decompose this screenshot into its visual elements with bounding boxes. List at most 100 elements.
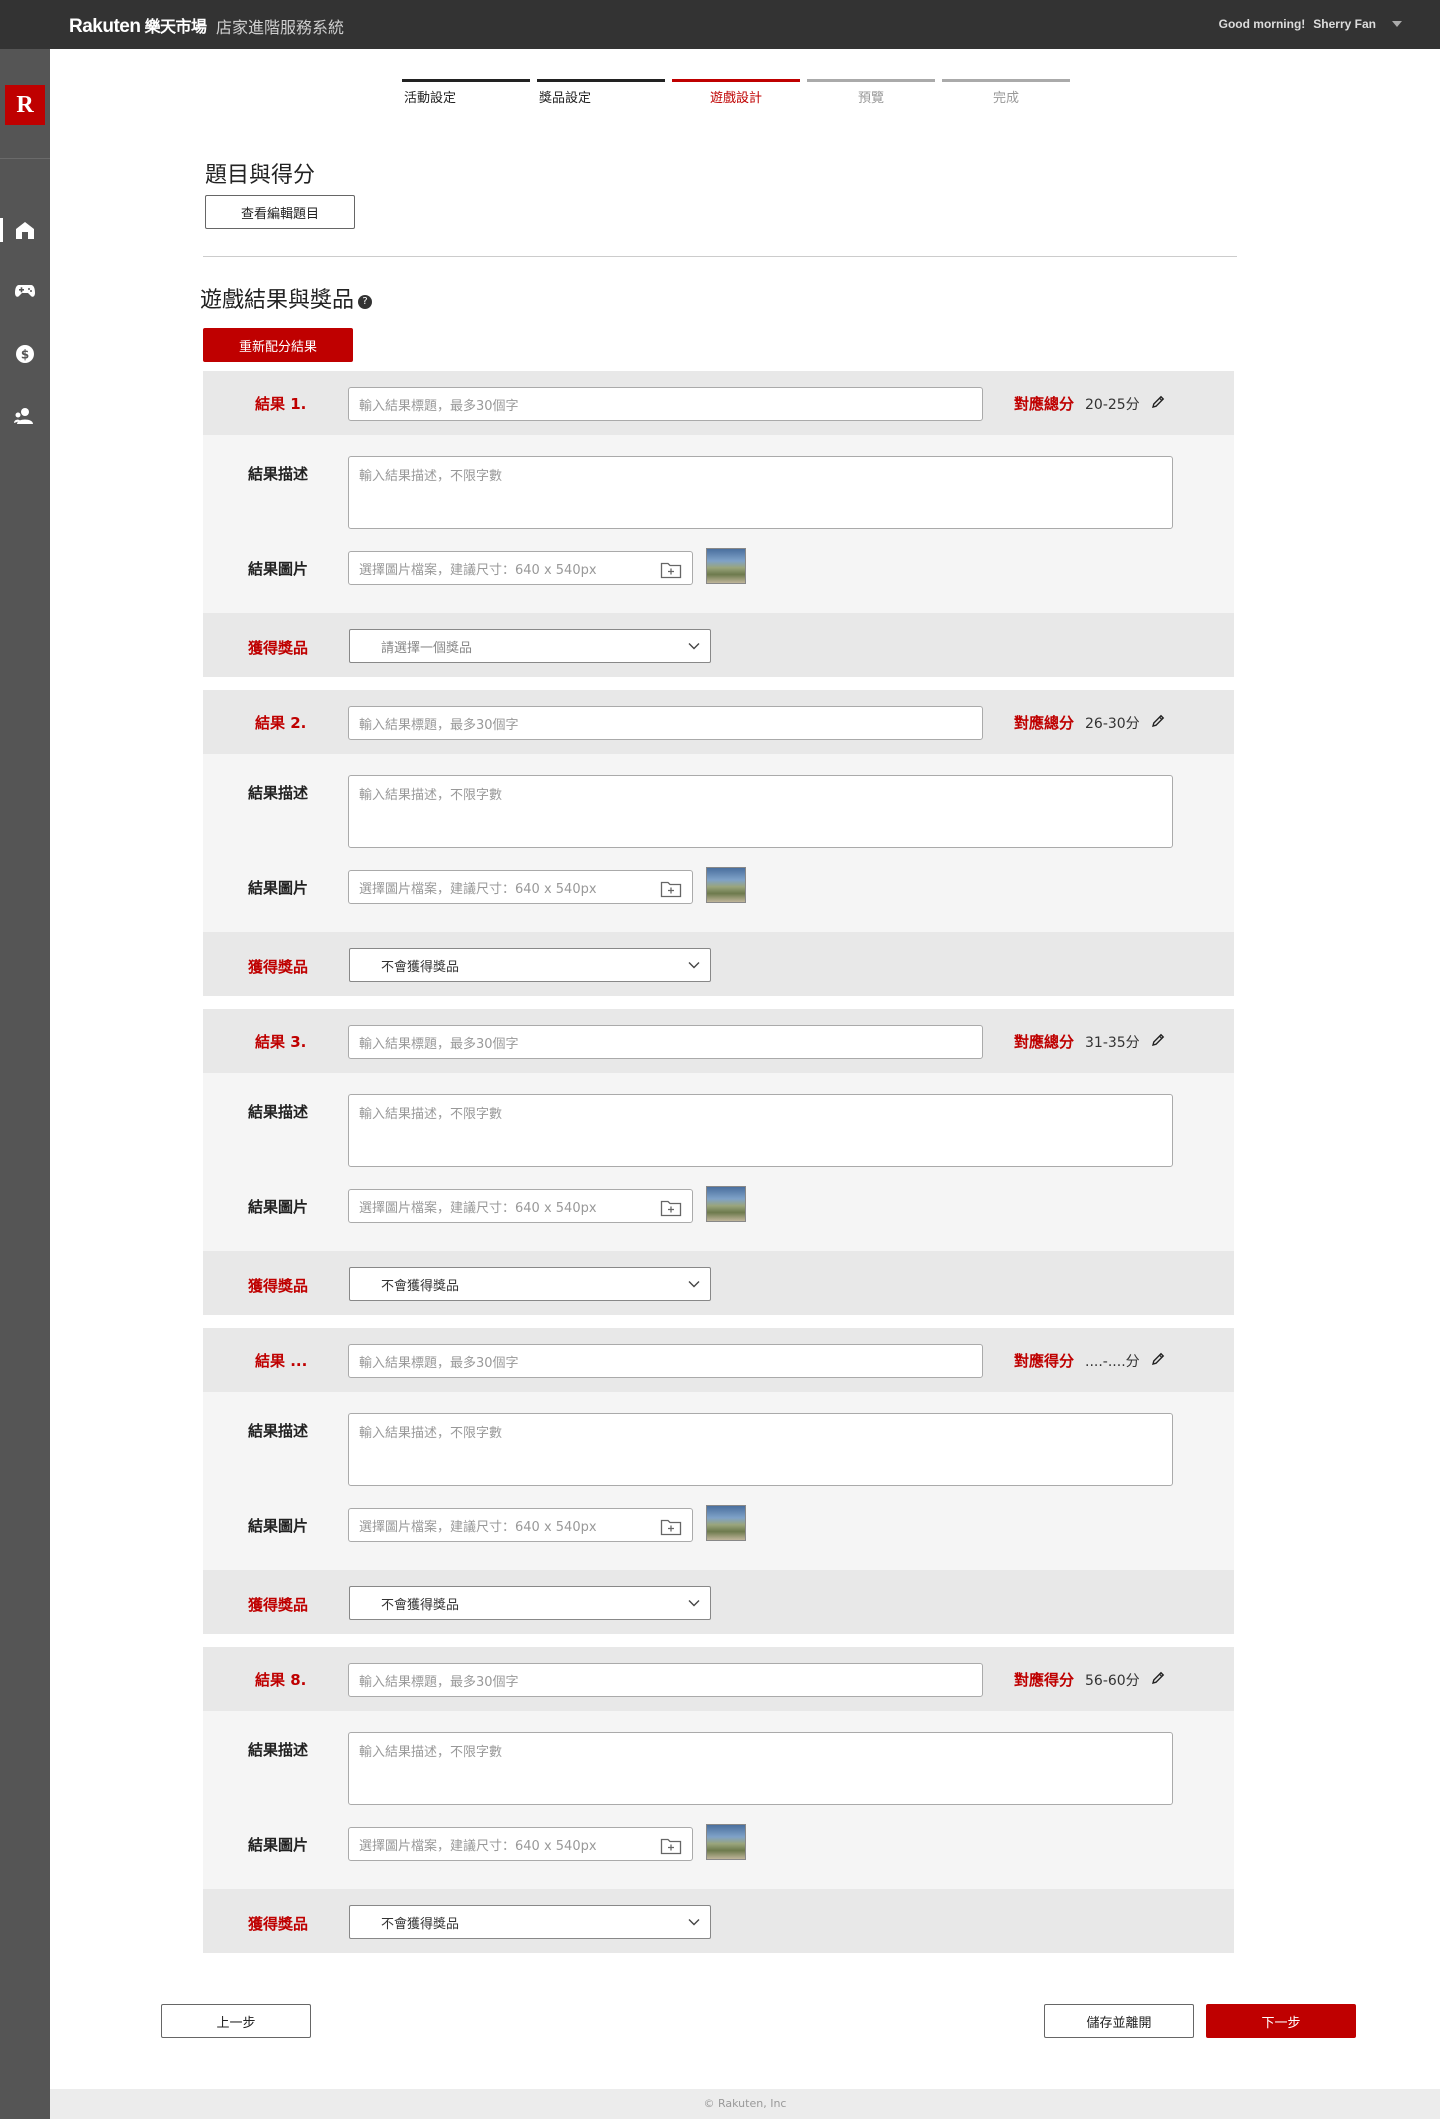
sidebar-item-games[interactable] bbox=[0, 271, 50, 311]
score-range: ....-....分 bbox=[1085, 1354, 1140, 1370]
result-image-thumbnail[interactable] bbox=[706, 867, 746, 903]
chevron-down-icon bbox=[688, 643, 700, 650]
folder-add-icon[interactable] bbox=[660, 880, 682, 898]
prize-select[interactable]: 不會獲得獎品 bbox=[349, 948, 711, 982]
next-step-button[interactable]: 下一步 bbox=[1206, 2004, 1356, 2038]
sidebar-item-finance[interactable]: $ bbox=[0, 334, 50, 374]
view-questions-button[interactable]: 查看編輯題目 bbox=[205, 195, 355, 229]
result-image-label: 結果圖片 bbox=[248, 879, 309, 897]
result-desc-textarea[interactable]: 輸入結果描述，不限字數 bbox=[348, 456, 1173, 529]
prize-label: 獲得獎品 bbox=[248, 639, 309, 657]
sidebar: R $ bbox=[0, 49, 50, 2119]
sidebar-item-home[interactable] bbox=[0, 210, 50, 250]
result-desc-textarea[interactable]: 輸入結果描述，不限字數 bbox=[348, 775, 1173, 848]
edit-score-button[interactable] bbox=[1150, 1670, 1166, 1690]
questions-title: 題目與得分 bbox=[205, 163, 316, 188]
result-card: 結果 1. 輸入結果標題，最多30個字 對應總分 20-25分 結果描述 輸入結… bbox=[203, 371, 1234, 677]
chevron-down-icon bbox=[688, 1600, 700, 1607]
prize-select-value: 請選擇一個獎品 bbox=[381, 640, 473, 656]
result-title-input[interactable]: 輸入結果標題，最多30個字 bbox=[348, 387, 983, 421]
rakuten-r-logo[interactable]: R bbox=[5, 85, 45, 125]
svg-text:$: $ bbox=[21, 348, 29, 362]
result-image-thumbnail[interactable] bbox=[706, 548, 746, 584]
pencil-icon bbox=[1152, 1033, 1165, 1046]
user-menu[interactable]: Good morning! Sherry Fan bbox=[1219, 17, 1402, 31]
save-and-exit-button[interactable]: 儲存並離開 bbox=[1044, 2004, 1194, 2038]
chevron-down-icon bbox=[688, 962, 700, 969]
help-icon[interactable]: ? bbox=[358, 295, 373, 309]
prize-select-value: 不會獲得獎品 bbox=[381, 1916, 460, 1932]
edit-score-button[interactable] bbox=[1150, 1351, 1166, 1371]
chevron-down-icon bbox=[688, 1281, 700, 1288]
image-input-placeholder: 選擇圖片檔案，建議尺寸：640 x 540px bbox=[359, 881, 597, 897]
result-title-input[interactable]: 輸入結果標題，最多30個字 bbox=[348, 1663, 983, 1697]
prize-select-value: 不會獲得獎品 bbox=[381, 959, 460, 975]
prize-select[interactable]: 不會獲得獎品 bbox=[349, 1586, 711, 1620]
chevron-down-icon bbox=[1392, 21, 1402, 27]
result-image-thumbnail[interactable] bbox=[706, 1824, 746, 1860]
prize-label: 獲得獎品 bbox=[248, 1277, 309, 1295]
image-input-placeholder: 選擇圖片檔案，建議尺寸：640 x 540px bbox=[359, 1838, 597, 1854]
chevron-down-icon bbox=[688, 1919, 700, 1926]
sidebar-item-members[interactable] bbox=[0, 396, 50, 436]
result-title-input[interactable]: 輸入結果標題，最多30個字 bbox=[348, 1025, 983, 1059]
pencil-icon bbox=[1152, 714, 1165, 727]
result-image-input[interactable]: 選擇圖片檔案，建議尺寸：640 x 540px bbox=[348, 1827, 693, 1861]
result-image-input[interactable]: 選擇圖片檔案，建議尺寸：640 x 540px bbox=[348, 870, 693, 904]
result-image-thumbnail[interactable] bbox=[706, 1186, 746, 1222]
result-title-input[interactable]: 輸入結果標題，最多30個字 bbox=[348, 1344, 983, 1378]
result-image-label: 結果圖片 bbox=[248, 1198, 309, 1216]
sidebar-divider bbox=[0, 158, 50, 159]
result-label: 結果 1. bbox=[255, 395, 307, 413]
result-image-label: 結果圖片 bbox=[248, 1836, 309, 1854]
prize-label: 獲得獎品 bbox=[248, 958, 309, 976]
folder-add-icon[interactable] bbox=[660, 1518, 682, 1536]
result-image-label: 結果圖片 bbox=[248, 1517, 309, 1535]
result-image-input[interactable]: 選擇圖片檔案，建議尺寸：640 x 540px bbox=[348, 1189, 693, 1223]
pencil-icon bbox=[1152, 1671, 1165, 1684]
results-list: 結果 1. 輸入結果標題，最多30個字 對應總分 20-25分 結果描述 輸入結… bbox=[203, 371, 1234, 1966]
folder-add-icon[interactable] bbox=[660, 1199, 682, 1217]
result-desc-textarea[interactable]: 輸入結果描述，不限字數 bbox=[348, 1413, 1173, 1486]
result-image-input[interactable]: 選擇圖片檔案，建議尺寸：640 x 540px bbox=[348, 551, 693, 585]
result-desc-label: 結果描述 bbox=[248, 465, 309, 483]
rakuten-logo[interactable]: Rakuten 樂天市場 bbox=[69, 13, 207, 38]
result-title-input[interactable]: 輸入結果標題，最多30個字 bbox=[348, 706, 983, 740]
reallocate-results-button[interactable]: 重新配分結果 bbox=[203, 328, 353, 362]
result-label: 結果 8. bbox=[255, 1671, 307, 1689]
image-input-placeholder: 選擇圖片檔案，建議尺寸：640 x 540px bbox=[359, 562, 597, 578]
result-label: 結果 3. bbox=[255, 1033, 307, 1051]
folder-add-icon[interactable] bbox=[660, 561, 682, 579]
score-range: 31-35分 bbox=[1085, 1035, 1140, 1051]
user-name: Sherry Fan bbox=[1313, 17, 1376, 31]
result-image-input[interactable]: 選擇圖片檔案，建議尺寸：640 x 540px bbox=[348, 1508, 693, 1542]
step-prize-settings: 獎品設定 bbox=[537, 79, 665, 106]
prize-select[interactable]: 不會獲得獎品 bbox=[349, 1905, 711, 1939]
logo-text: Rakuten bbox=[69, 16, 141, 37]
edit-score-button[interactable] bbox=[1150, 713, 1166, 733]
result-label: 結果 2. bbox=[255, 714, 307, 732]
step-preview: 預覽 bbox=[807, 79, 935, 106]
prize-select-value: 不會獲得獎品 bbox=[381, 1278, 460, 1294]
result-label: 結果 ... bbox=[255, 1352, 308, 1370]
home-icon bbox=[16, 222, 34, 239]
result-image-label: 結果圖片 bbox=[248, 560, 309, 578]
section-divider bbox=[203, 256, 1237, 257]
edit-score-button[interactable] bbox=[1150, 394, 1166, 414]
result-desc-textarea[interactable]: 輸入結果描述，不限字數 bbox=[348, 1094, 1173, 1167]
image-input-placeholder: 選擇圖片檔案，建議尺寸：640 x 540px bbox=[359, 1519, 597, 1535]
result-card: 結果 3. 輸入結果標題，最多30個字 對應總分 31-35分 結果描述 輸入結… bbox=[203, 1009, 1234, 1315]
score-label: 對應總分 bbox=[1014, 714, 1075, 732]
users-icon bbox=[14, 408, 33, 424]
result-image-thumbnail[interactable] bbox=[706, 1505, 746, 1541]
prev-step-button[interactable]: 上一步 bbox=[161, 2004, 311, 2038]
prize-select[interactable]: 不會獲得獎品 bbox=[349, 1267, 711, 1301]
folder-add-icon[interactable] bbox=[660, 1837, 682, 1855]
footer: © Rakuten, Inc bbox=[50, 2089, 1440, 2119]
prize-select[interactable]: 請選擇一個獎品 bbox=[349, 629, 711, 663]
results-title-text: 遊戲結果與獎品 bbox=[200, 288, 355, 313]
progress-stepper: 活動設定 獎品設定 遊戲設計 預覽 完成 bbox=[402, 79, 1070, 106]
edit-score-button[interactable] bbox=[1150, 1032, 1166, 1052]
result-desc-textarea[interactable]: 輸入結果描述，不限字數 bbox=[348, 1732, 1173, 1805]
image-input-placeholder: 選擇圖片檔案，建議尺寸：640 x 540px bbox=[359, 1200, 597, 1216]
